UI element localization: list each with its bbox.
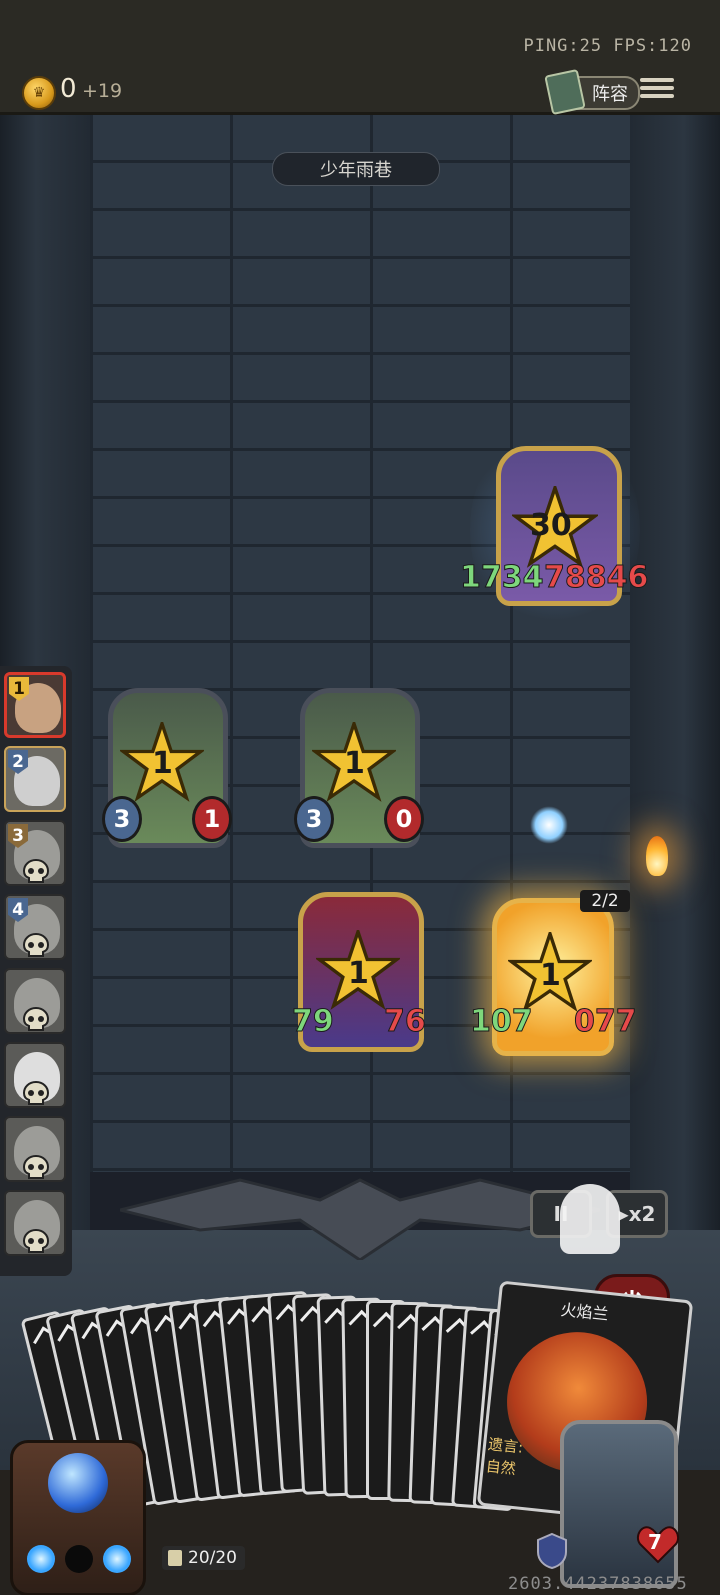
party-slot-2[interactable]: 2 [4, 746, 66, 812]
party-slot-4[interactable]: 4 [4, 894, 66, 960]
attack-badge: 3 [102, 796, 142, 842]
fast-forward-icon: ▸ [618, 1202, 629, 1226]
featured-card-text-2: 自然 [484, 1457, 517, 1479]
card-level: 1 [540, 958, 561, 993]
ally-health: 76 [384, 1004, 427, 1040]
skull-icon [22, 1228, 50, 1253]
ally-attack: 107 [470, 1004, 534, 1040]
card-count: 2/2 [580, 890, 630, 912]
card-level: 1 [344, 746, 365, 781]
crystal-ball-icon [48, 1453, 108, 1513]
party-slot-8[interactable] [4, 1190, 66, 1256]
game-screen: PING:25 FPS:120 ♛ 0 +19 阵容 少年雨巷 1 2 3 4 [0, 0, 720, 1595]
boss-attack: 1734 [460, 560, 544, 596]
skull-icon [22, 1080, 50, 1105]
skull-icon [22, 1154, 50, 1179]
gold-increment: +19 [82, 80, 123, 102]
attack-badge: 3 [294, 796, 334, 842]
party-slot-7[interactable] [4, 1116, 66, 1182]
gold-amount: 0 [60, 74, 77, 104]
bat-ornament [120, 1178, 600, 1260]
ping-fps-readout: PING:25 FPS:120 [523, 36, 692, 56]
ally-health: 077 [574, 1004, 638, 1040]
skull-icon [22, 1006, 50, 1031]
light-orb-icon [103, 1545, 131, 1573]
health-badge: 1 [192, 796, 232, 842]
crystal-ball-device[interactable] [10, 1440, 146, 1595]
boss-level: 30 [530, 508, 572, 543]
boss-health: 78846 [543, 560, 649, 596]
crown-coin-icon: ♛ [22, 76, 56, 110]
health-badge: 0 [384, 796, 424, 842]
party-sidebar: 1 2 3 4 [0, 666, 72, 1276]
light-orb-icon [27, 1545, 55, 1573]
deck-counter: 20/20 [162, 1546, 245, 1570]
party-slot-3[interactable]: 3 [4, 820, 66, 886]
shield-icon [537, 1532, 567, 1570]
empty-orb-icon [65, 1545, 93, 1573]
card-stack-icon [168, 1550, 182, 1566]
speed-label: x2 [628, 1202, 656, 1226]
right-pillar [630, 112, 720, 1272]
player-health: 7 [648, 1530, 662, 1554]
lineup-label: 阵容 [592, 84, 628, 105]
skull-icon [22, 858, 50, 883]
ally-attack: 79 [292, 1004, 335, 1040]
menu-bar-icon [640, 78, 674, 82]
party-slot-5[interactable] [4, 968, 66, 1034]
featured-card-name: 火焰兰 [559, 1299, 610, 1324]
ghost-mascot [560, 1184, 620, 1254]
menu-button[interactable] [640, 74, 674, 104]
card-level: 1 [348, 956, 369, 991]
torch-flame [646, 836, 668, 876]
menu-bar-icon [640, 94, 674, 98]
location-title: 少年雨巷 [272, 152, 440, 186]
party-slot-6[interactable] [4, 1042, 66, 1108]
skull-icon [22, 932, 50, 957]
featured-card-text-1: 遗言: [487, 1435, 524, 1457]
card-level: 1 [152, 746, 173, 781]
party-slot-1[interactable]: 1 [4, 672, 66, 738]
spark-orb-icon [530, 806, 568, 844]
deck-count: 20/20 [188, 1548, 237, 1568]
menu-bar-icon [640, 86, 674, 90]
score-readout: 2603.44237838655 [508, 1574, 688, 1594]
